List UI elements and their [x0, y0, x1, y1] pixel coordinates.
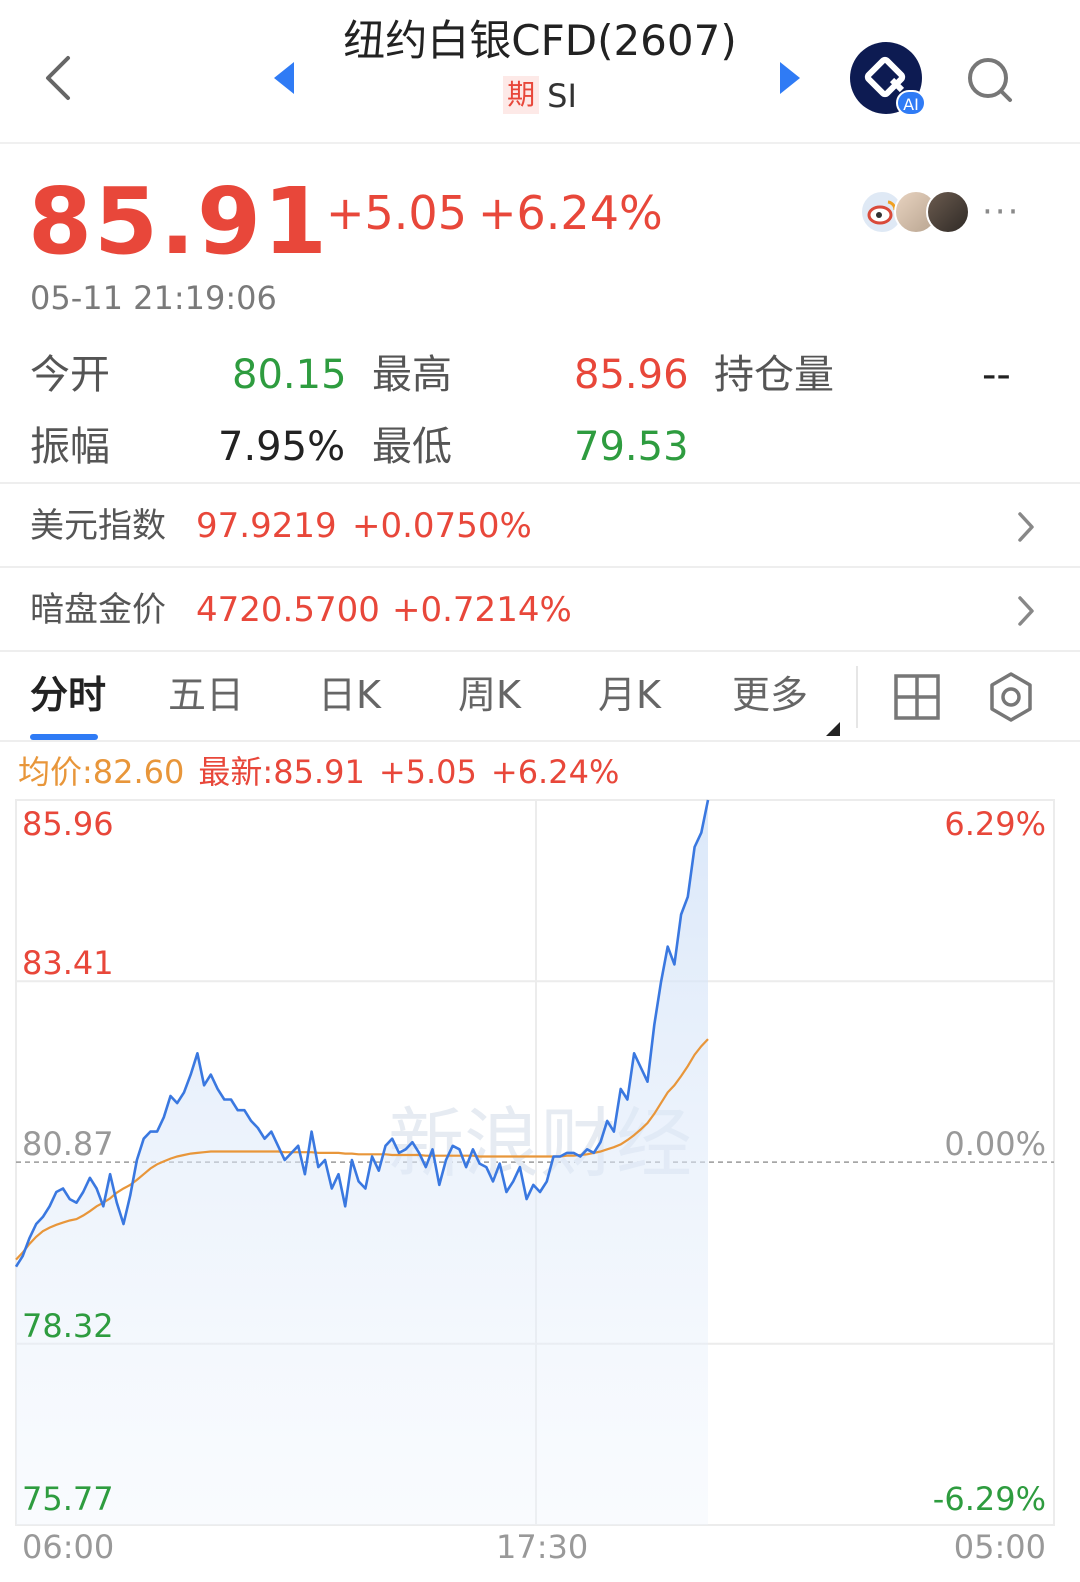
- chart-legend: 均价:82.60 最新:85.91 +5.05 +6.24%: [18, 752, 633, 792]
- price-change: +5.05: [326, 186, 467, 240]
- y-axis-right-label: 6.29%: [944, 805, 1046, 843]
- amplitude-value: 7.95%: [218, 424, 346, 470]
- amplitude-label: 振幅: [30, 424, 110, 470]
- open-value: 80.15: [232, 352, 347, 398]
- last-price: 85.91: [28, 168, 330, 275]
- legend-average-price: 均价:82.60: [18, 753, 185, 791]
- divider: [856, 666, 858, 728]
- price-change-percent: +6.24%: [478, 186, 663, 240]
- legend-change: +5.05: [378, 753, 477, 791]
- related-dollar-index-row[interactable]: 美元指数 97.9219 +0.0750%: [0, 482, 1080, 566]
- related-label: 暗盘金价: [30, 590, 166, 630]
- high-label: 最高: [372, 352, 452, 398]
- grid-icon: [894, 674, 940, 720]
- tab-weekly-k[interactable]: 周K: [458, 670, 521, 720]
- x-axis-label: 05:00: [953, 1528, 1046, 1566]
- ai-tag: AI: [896, 90, 926, 116]
- quote-timestamp: 05-11 21:19:06: [30, 279, 277, 317]
- related-value: 4720.5700: [196, 590, 380, 630]
- previous-instrument-button[interactable]: [268, 56, 304, 100]
- low-label: 最低: [372, 424, 452, 470]
- high-value: 85.96: [574, 352, 689, 398]
- futures-badge: 期: [503, 76, 540, 114]
- tab-five-day[interactable]: 五日: [168, 670, 244, 720]
- open-label: 今开: [30, 352, 110, 398]
- chevron-right-icon: [1018, 512, 1034, 542]
- top-bar: 纽约白银CFD(2607) 期 SI AI: [0, 0, 1080, 144]
- user-avatar: [926, 190, 970, 234]
- open-interest-value: --: [982, 352, 1011, 398]
- chart-period-tabs: 分时 五日 日K 周K 月K 更多: [0, 650, 1080, 742]
- instrument-name: 纽约白银CFD(2607): [343, 16, 737, 65]
- instrument-symbol: SI: [547, 77, 577, 115]
- y-axis-left-label: 85.96: [22, 805, 114, 843]
- y-axis-right-label: -6.29%: [932, 1480, 1046, 1518]
- tab-monthly-k[interactable]: 月K: [598, 670, 661, 720]
- y-axis-left-label: 83.41: [22, 944, 114, 983]
- related-change: +0.7214%: [392, 590, 572, 630]
- community-avatars[interactable]: [860, 190, 980, 236]
- legend-change-percent: +6.24%: [490, 753, 620, 791]
- triangle-right-icon: [780, 62, 800, 94]
- back-button[interactable]: [36, 48, 84, 108]
- next-instrument-button[interactable]: [770, 56, 806, 100]
- open-interest-label: 持仓量: [714, 352, 834, 398]
- tab-intraday[interactable]: 分时: [30, 670, 106, 720]
- instrument-title: 纽约白银CFD(2607) 期 SI: [310, 10, 770, 116]
- tab-more[interactable]: 更多: [732, 670, 808, 720]
- tab-daily-k[interactable]: 日K: [318, 670, 381, 720]
- layout-grid-button[interactable]: [892, 672, 942, 722]
- dropdown-corner-icon: [826, 722, 840, 736]
- y-axis-right-label: 0.00%: [944, 1125, 1046, 1164]
- related-value: 97.9219: [196, 506, 337, 546]
- ai-assistant-button[interactable]: AI: [850, 42, 926, 116]
- hexagon-settings-icon: [990, 672, 1032, 722]
- intraday-chart-svg: 新浪财经: [14, 799, 1055, 1526]
- y-axis-left-label: 75.77: [22, 1480, 114, 1518]
- low-value: 79.53: [574, 424, 689, 470]
- chevron-right-icon: [1018, 596, 1034, 626]
- intraday-chart[interactable]: 新浪财经 85.96 83.41 80.87 78.32 75.77 6.29% 0.00%…: [0, 790, 1080, 1582]
- y-axis-left-label: 78.32: [22, 1306, 114, 1345]
- triangle-left-icon: [274, 62, 294, 94]
- search-button[interactable]: [962, 52, 1018, 108]
- more-options-button[interactable]: ···: [982, 192, 1020, 232]
- related-label: 美元指数: [30, 506, 166, 546]
- quote-panel: 85.91 +5.05 +6.24% ··· 05-11 21:19:06 今开…: [0, 144, 1080, 480]
- instrument-symbol-row: 期 SI: [310, 76, 770, 116]
- related-change: +0.0750%: [352, 506, 532, 546]
- legend-latest-price: 最新:85.91: [198, 753, 365, 791]
- x-axis-label: 06:00: [22, 1528, 115, 1566]
- active-tab-indicator: [30, 734, 98, 740]
- y-axis-left-label: 80.87: [22, 1125, 114, 1164]
- search-icon: [968, 58, 1012, 102]
- chevron-left-icon: [46, 56, 70, 100]
- x-axis-label: 17:30: [496, 1528, 589, 1566]
- chart-settings-button[interactable]: [986, 670, 1036, 724]
- related-dark-gold-row[interactable]: 暗盘金价 4720.5700 +0.7214%: [0, 566, 1080, 650]
